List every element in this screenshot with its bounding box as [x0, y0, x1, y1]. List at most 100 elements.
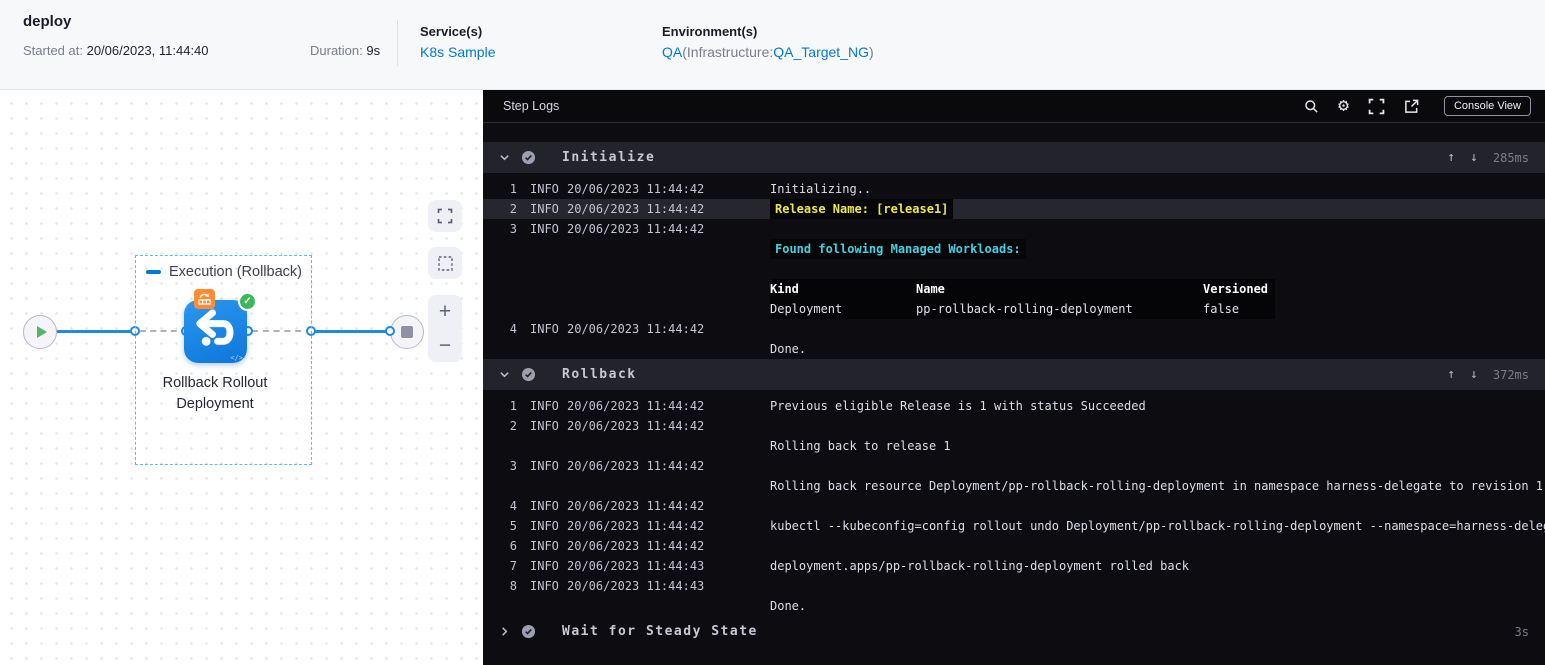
- section-name: Wait for Steady State: [562, 624, 758, 639]
- code-icon: </>: [230, 354, 243, 362]
- log-time: 20/06/2023 11:44:42: [567, 182, 705, 196]
- environment-link[interactable]: QA: [662, 44, 682, 60]
- scroll-to-top-button[interactable]: ↑: [1447, 367, 1455, 382]
- log-section-header[interactable]: Initialize ↑ ↓ 285ms: [483, 142, 1545, 173]
- header-divider: [397, 20, 398, 66]
- log-time: 20/06/2023 11:44:42: [567, 539, 705, 553]
- log-message: deployment.apps/pp-rollback-rolling-depl…: [770, 559, 1190, 573]
- log-message: Found following Managed Workloads:: [770, 239, 1545, 259]
- log-message: Deployment pp-rollback-rolling-deployment…: [770, 299, 1545, 319]
- started-at: Started at: 20/06/2023, 11:44:40: [23, 43, 209, 58]
- section-duration: 3s: [1514, 624, 1529, 639]
- play-icon: [36, 326, 47, 338]
- log-level: INFO: [530, 222, 559, 236]
- log-num: 4: [509, 322, 517, 336]
- log-row[interactable]: [483, 259, 1545, 279]
- step-logs-panel: Step Logs ⚙ Console View Initialize ↑ ↓ 285…: [483, 90, 1545, 665]
- step-name-label: Rollback Rollout Deployment: [162, 375, 268, 412]
- log-row[interactable]: Rolling back to release 1: [483, 436, 1545, 456]
- log-row[interactable]: 3 INFO 20/06/2023 11:44:42: [483, 219, 1545, 239]
- start-node[interactable]: [23, 315, 57, 349]
- environments-block: Environment(s) QA(Infrastructure:QA_Targ…: [662, 24, 874, 60]
- duration: Duration: 9s: [310, 43, 381, 58]
- log-message: Kind Name Versioned: [770, 279, 1545, 299]
- end-node[interactable]: [390, 315, 424, 349]
- log-level: INFO: [530, 419, 559, 433]
- zoom-in-button[interactable]: +: [428, 301, 462, 322]
- services-block: Service(s) K8s Sample: [420, 24, 495, 60]
- log-row[interactable]: Done.: [483, 596, 1545, 616]
- log-time: 20/06/2023 11:44:42: [567, 499, 705, 513]
- log-num: 7: [509, 559, 517, 573]
- open-in-new-icon[interactable]: [1404, 99, 1419, 114]
- log-row[interactable]: 3 INFO 20/06/2023 11:44:42: [483, 456, 1545, 476]
- log-row[interactable]: 8 INFO 20/06/2023 11:44:43: [483, 576, 1545, 596]
- log-section-header[interactable]: Rollback ↑ ↓ 372ms: [483, 359, 1545, 390]
- search-icon[interactable]: [1304, 99, 1319, 114]
- log-level: INFO: [530, 459, 559, 473]
- log-level: INFO: [530, 519, 559, 533]
- console-view-button[interactable]: Console View: [1443, 96, 1531, 116]
- scroll-to-top-button[interactable]: ↑: [1447, 150, 1455, 165]
- chevron-down-icon: [499, 155, 509, 161]
- log-level: INFO: [530, 499, 559, 513]
- log-section-header[interactable]: Wait for Steady State 3s: [483, 616, 1545, 647]
- log-level: INFO: [530, 559, 559, 573]
- log-time: 20/06/2023 11:44:42: [567, 399, 705, 413]
- log-row[interactable]: 2 INFO 20/06/2023 11:44:42: [483, 416, 1545, 436]
- log-row[interactable]: 7 INFO 20/06/2023 11:44:43 deployment.apps/…: [483, 556, 1545, 576]
- log-time: 20/06/2023 11:44:42: [567, 419, 705, 433]
- log-row[interactable]: 1 INFO 20/06/2023 11:44:42 Previous eligibl…: [483, 396, 1545, 416]
- log-num: 4: [509, 499, 517, 513]
- page-title: deploy: [23, 13, 72, 30]
- port-end: [385, 326, 395, 336]
- execution-header: deploy Started at: 20/06/2023, 11:44:40 …: [0, 0, 1545, 90]
- log-message: Done.: [770, 599, 807, 613]
- marquee-select-icon: [437, 255, 453, 271]
- section-duration: 285ms: [1492, 150, 1529, 165]
- log-message: Release Name: [release1]: [770, 199, 1545, 219]
- log-row[interactable]: 5 INFO 20/06/2023 11:44:42 kubectl --kubeco…: [483, 516, 1545, 536]
- gear-icon[interactable]: ⚙: [1338, 97, 1349, 115]
- canvas-marquee-select-button[interactable]: [428, 247, 462, 279]
- log-row[interactable]: Kind Name Versioned: [483, 279, 1545, 299]
- section-log-rows: 1 INFO 20/06/2023 11:44:42 Initializing.. 2 I…: [483, 173, 1545, 359]
- log-num: 3: [509, 222, 517, 236]
- log-row[interactable]: Deployment pp-rollback-rolling-deployment…: [483, 299, 1545, 319]
- log-row[interactable]: 2 INFO 20/06/2023 11:44:42 Release Name: [r…: [483, 199, 1545, 219]
- console-header: Step Logs ⚙ Console View: [483, 90, 1545, 123]
- canvas-fullscreen-button[interactable]: [428, 200, 462, 232]
- log-row[interactable]: Rolling back resource Deployment/pp-roll…: [483, 476, 1545, 496]
- expand-icon[interactable]: [1368, 98, 1385, 115]
- zoom-out-button[interactable]: −: [428, 335, 462, 356]
- infrastructure-link[interactable]: QA_Target_NG: [773, 44, 869, 60]
- rollback-step-node[interactable]: </>: [184, 300, 247, 363]
- log-row[interactable]: 6 INFO 20/06/2023 11:44:42: [483, 536, 1545, 556]
- log-message: Rolling back to release 1: [770, 439, 951, 453]
- pipeline-execution-page: deploy Started at: 20/06/2023, 11:44:40 …: [0, 0, 1545, 665]
- log-row[interactable]: 4 INFO 20/06/2023 11:44:42: [483, 496, 1545, 516]
- service-link[interactable]: K8s Sample: [420, 44, 495, 60]
- log-num: 3: [509, 459, 517, 473]
- chevron-down-icon: [499, 372, 509, 378]
- log-message: Done.: [770, 342, 807, 356]
- log-row[interactable]: Done.: [483, 339, 1545, 359]
- log-num: 1: [509, 399, 517, 413]
- status-success-icon: [521, 624, 536, 639]
- log-row[interactable]: 1 INFO 20/06/2023 11:44:42 Initializing..: [483, 179, 1545, 199]
- log-level: INFO: [530, 539, 559, 553]
- scroll-to-bottom-button[interactable]: ↓: [1470, 367, 1478, 382]
- execution-group-label[interactable]: Execution (Rollback): [146, 264, 302, 280]
- pipeline-graph-canvas[interactable]: Execution (Rollback) </> ✓ Rollback Roll…: [0, 90, 483, 665]
- log-time: 20/06/2023 11:44:42: [567, 459, 705, 473]
- log-level: INFO: [530, 182, 559, 196]
- success-check-icon: ✓: [238, 292, 257, 311]
- log-message: Initializing..: [770, 182, 872, 196]
- log-row[interactable]: Found following Managed Workloads:: [483, 239, 1545, 259]
- log-row[interactable]: 4 INFO 20/06/2023 11:44:42: [483, 319, 1545, 339]
- status-success-icon: [521, 367, 536, 382]
- section-log-rows: 1 INFO 20/06/2023 11:44:42 Previous eligibl…: [483, 390, 1545, 616]
- log-time: 20/06/2023 11:44:42: [567, 202, 705, 216]
- scroll-to-bottom-button[interactable]: ↓: [1470, 150, 1478, 165]
- collapse-dash-icon: [146, 270, 161, 274]
